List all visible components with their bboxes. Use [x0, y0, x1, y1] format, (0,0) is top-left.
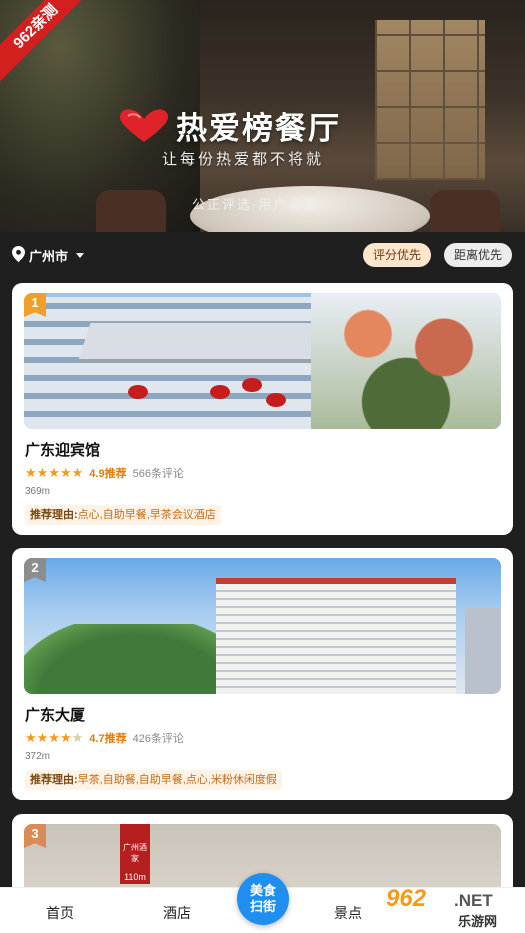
reason-text: 点心,自助早餐,早茶会议酒店	[77, 509, 216, 521]
reason-label: 推荐理由:	[30, 509, 78, 521]
star-rating-icon: ★★★★★	[25, 465, 84, 480]
review-count: 566条评论	[132, 468, 184, 480]
rank-badge: 3	[24, 824, 46, 848]
location-pin-icon	[12, 246, 25, 265]
banner-chair	[430, 190, 500, 232]
hero-title: 热爱榜餐厅	[118, 103, 341, 148]
banner-chair	[96, 190, 166, 232]
distance: 369m	[25, 486, 51, 497]
recommend-reason: 推荐理由:点心,自助早餐,早茶会议酒店	[25, 505, 221, 525]
food-street-button[interactable]: 美食 扫街	[237, 873, 289, 925]
sort-distance-button[interactable]: 距离优先	[444, 243, 513, 267]
tab-scenic[interactable]: 景点	[334, 903, 362, 923]
watermark-num: 962	[386, 885, 427, 912]
reason-text: 早茶,自助餐,自助早餐,点心,米粉休闲度假	[77, 774, 277, 786]
sign-text: 广州酒家	[123, 843, 147, 863]
rating-row: ★★★★★ 4.7推荐 426条评论	[25, 730, 184, 746]
rating-row: ★★★★★ 4.9推荐 566条评论	[25, 465, 184, 481]
heart-icon	[118, 108, 170, 144]
center-label-2: 扫街	[249, 899, 276, 914]
rating-score: 4.9推荐	[89, 468, 127, 480]
hero-tagline: 公正评选·用户喜爱	[192, 197, 319, 212]
sign-distance: 110m	[124, 872, 146, 882]
city-selector[interactable]: 广州市	[12, 246, 85, 265]
reason-label: 推荐理由:	[30, 774, 78, 786]
recommend-reason: 推荐理由:早茶,自助餐,自助早餐,点心,米粉休闲度假	[25, 770, 282, 790]
watermark-cn: 乐游网	[458, 914, 498, 929]
distance: 372m	[25, 751, 51, 762]
sort-rating-button[interactable]: 评分优先	[363, 243, 432, 267]
watermark-net: .NET	[454, 891, 493, 910]
caret-down-icon	[76, 253, 85, 258]
restaurant-photo: 2	[24, 558, 501, 694]
city-label: 广州市	[29, 249, 69, 264]
review-count: 426条评论	[132, 733, 184, 745]
restaurant-photo: 1	[24, 293, 501, 429]
hero-title-text: 热爱榜餐厅	[176, 111, 341, 146]
tab-hotel[interactable]: 酒店	[163, 903, 191, 923]
rating-score: 4.7推荐	[89, 733, 127, 745]
tab-home[interactable]: 首页	[46, 903, 74, 923]
filter-bar: 广州市 评分优先 距离优先	[0, 232, 525, 278]
rank-badge: 2	[24, 558, 46, 582]
restaurant-sign: 广州酒家 110m	[120, 824, 150, 884]
restaurant-name: 广东迎宾馆	[25, 442, 101, 459]
hero-subtitle: 让每份热爱都不将就	[162, 151, 325, 168]
restaurant-card[interactable]: 2 广东大厦 ★★★★★ 4.7推荐 426条评论 372m 推荐理由:早茶,自…	[12, 548, 513, 800]
star-rating-icon: ★★★★★	[25, 730, 84, 745]
restaurant-card[interactable]: 1 广东迎宾馆 ★★★★★ 4.9推荐 566条评论 369m 推荐理由:点心,…	[12, 283, 513, 535]
banner-window	[375, 20, 485, 180]
hero-banner: 962亲测 热爱榜餐厅 让每份热爱都不将就 公正评选·用户喜爱	[0, 0, 525, 232]
site-watermark: 962 .NET 乐游网	[386, 885, 520, 929]
restaurant-name: 广东大厦	[25, 707, 86, 724]
center-label-1: 美食	[249, 883, 276, 898]
